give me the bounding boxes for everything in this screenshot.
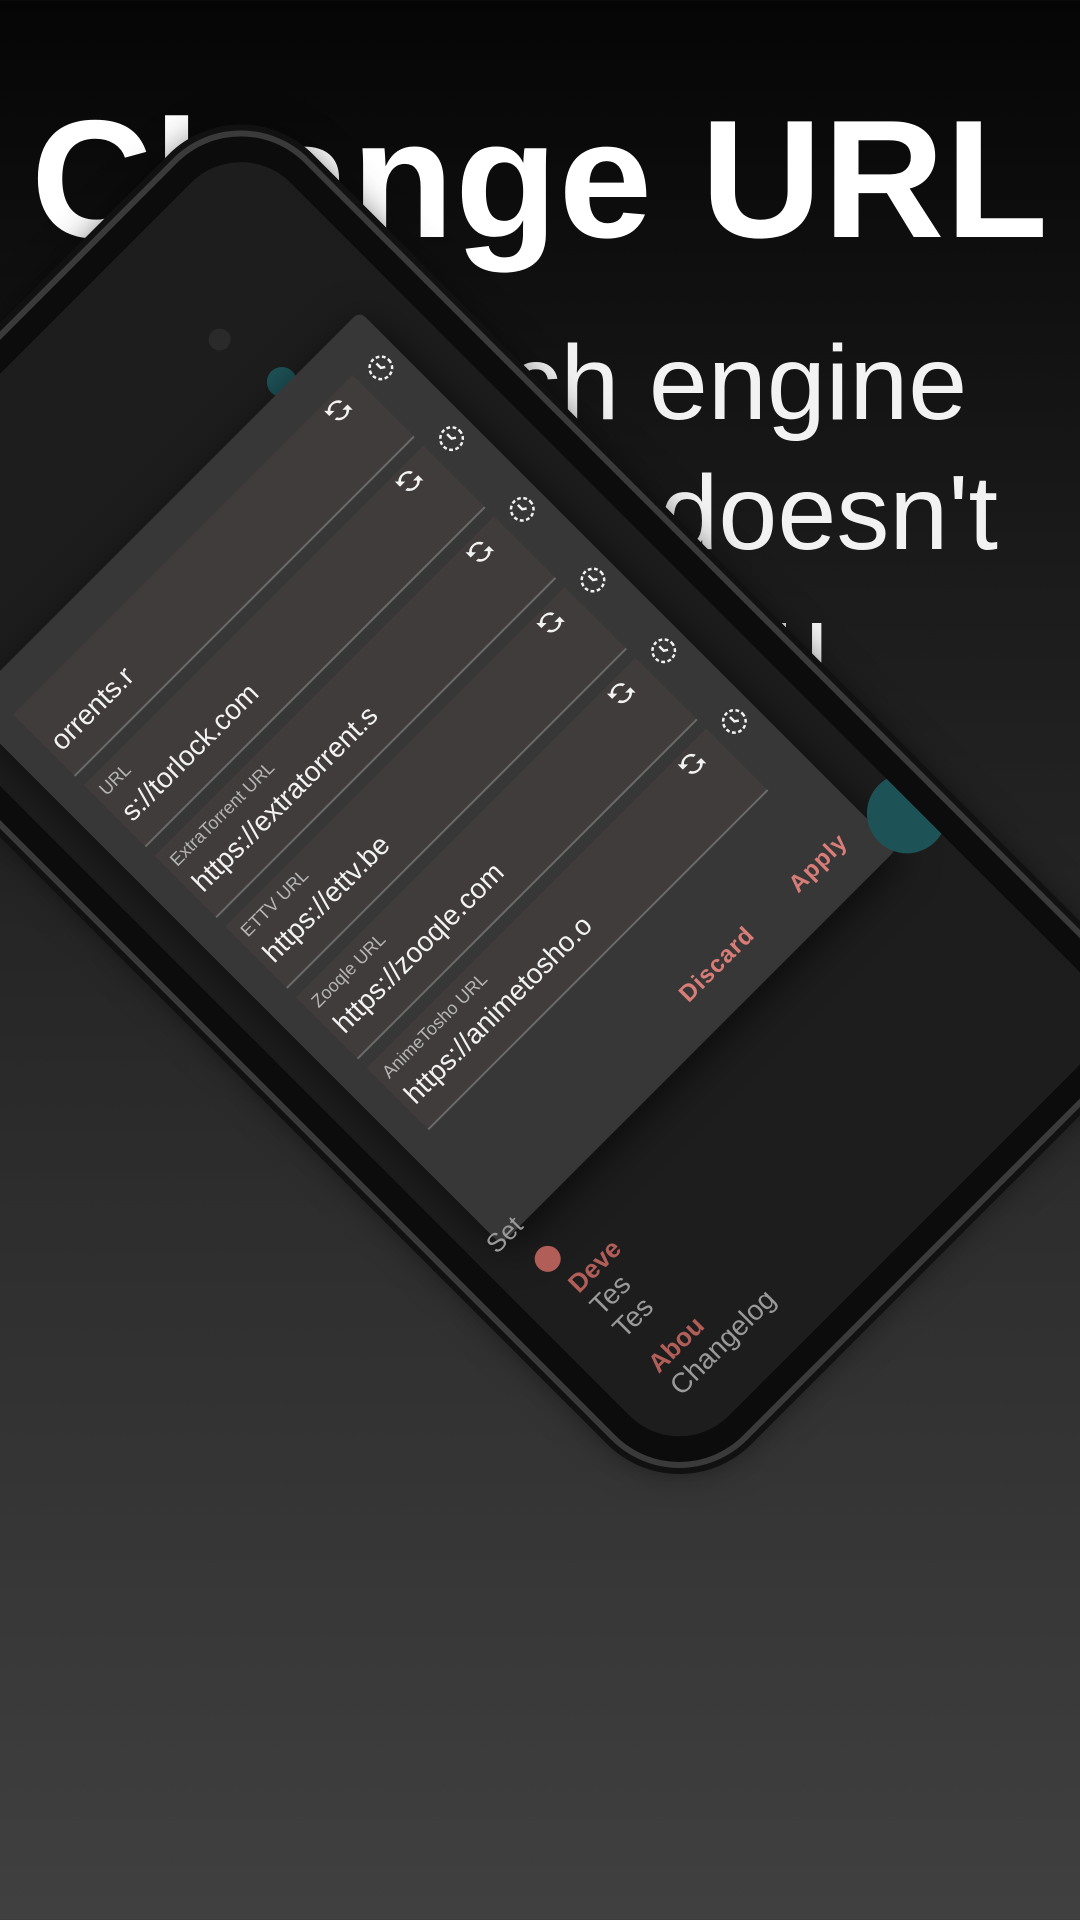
refresh-icon[interactable] — [388, 460, 430, 502]
refresh-icon[interactable] — [459, 531, 501, 573]
refresh-icon[interactable] — [671, 743, 713, 785]
reset-clock-icon[interactable] — [501, 488, 543, 530]
phone-mockup: orrents.r URL s://torlock.com ExtraTorre… — [0, 99, 1080, 1500]
reset-clock-icon[interactable] — [430, 417, 472, 459]
bg-dot-accent — [529, 1240, 567, 1278]
apply-button[interactable]: Apply — [783, 828, 853, 898]
reset-clock-icon[interactable] — [572, 559, 614, 601]
bg-dot-gray — [204, 324, 236, 356]
reset-clock-icon[interactable] — [642, 629, 684, 671]
refresh-icon[interactable] — [317, 389, 359, 431]
phone-mockup-scene: orrents.r URL s://torlock.com ExtraTorre… — [0, 99, 1080, 1920]
settings-sections: Deve Tes Tes Abou Changelog — [562, 1181, 782, 1401]
reset-clock-icon[interactable] — [713, 700, 755, 742]
discard-button[interactable]: Discard — [674, 921, 761, 1008]
reset-clock-icon[interactable] — [360, 347, 402, 389]
refresh-icon[interactable] — [529, 601, 571, 643]
refresh-icon[interactable] — [600, 672, 642, 714]
